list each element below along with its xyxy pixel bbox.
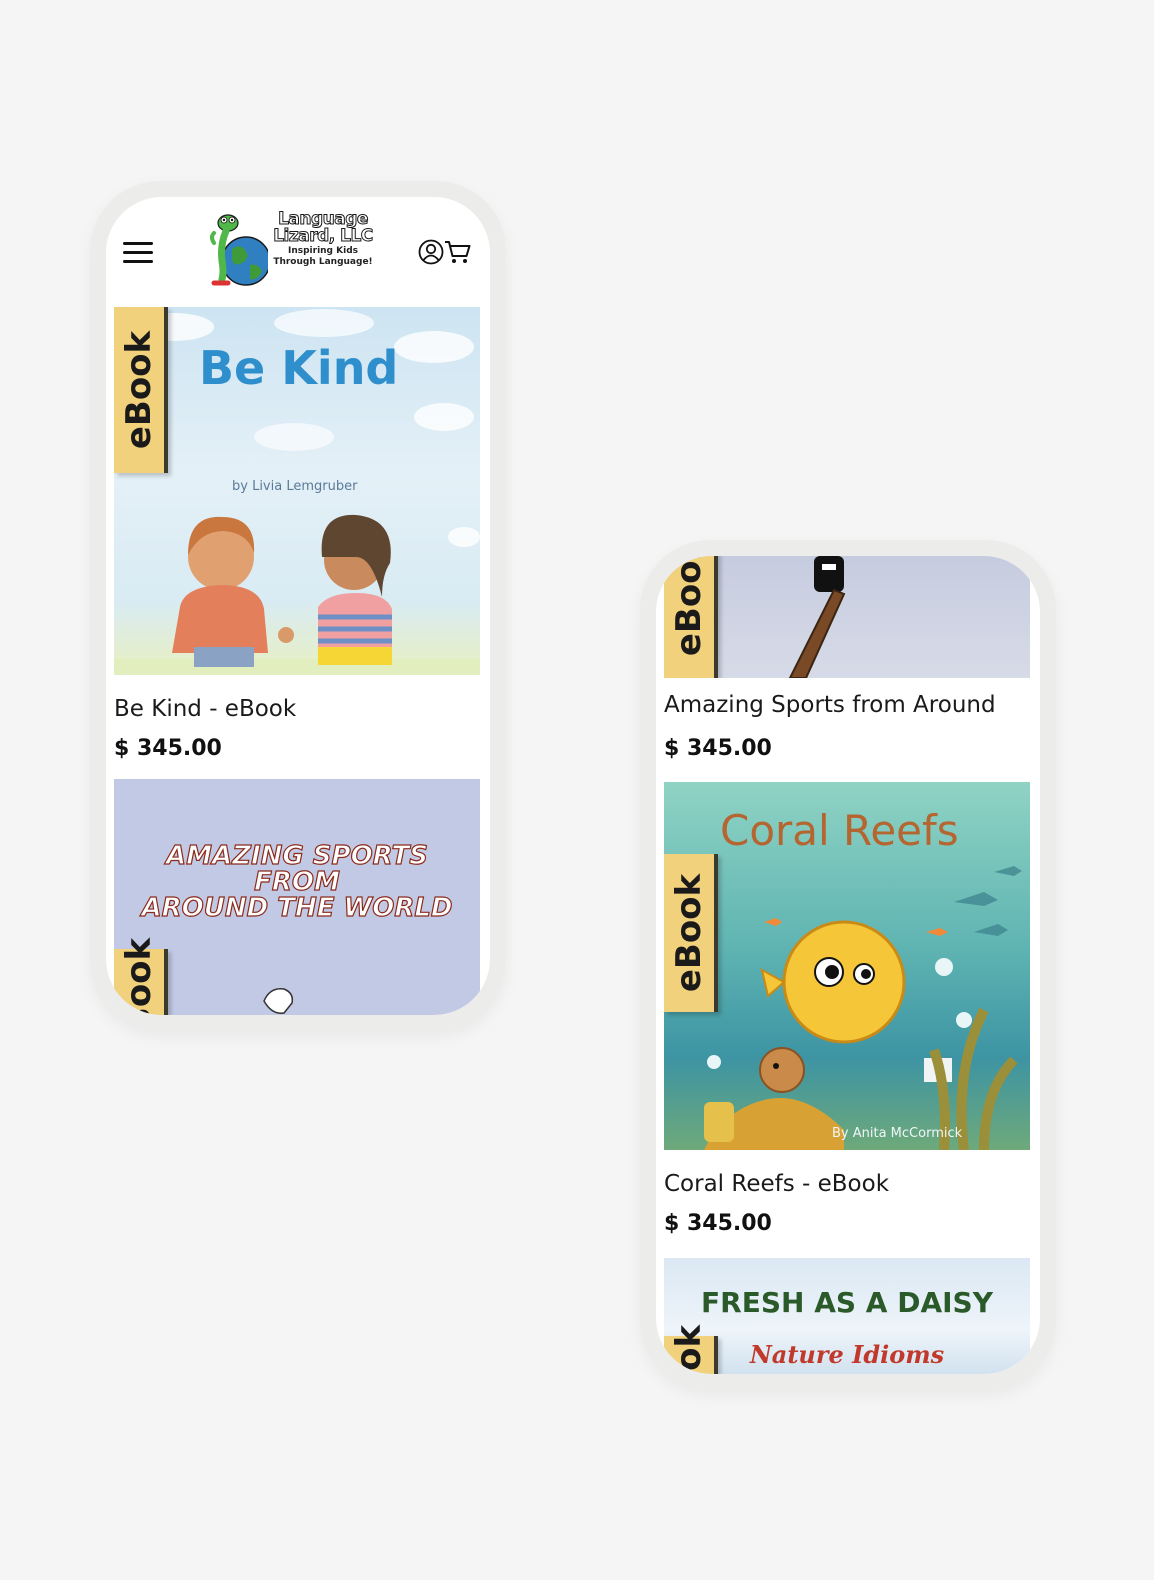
ebook-badge-label: eBook	[669, 1325, 709, 1374]
cover-author: By Anita McCormick	[832, 1126, 963, 1141]
hamburger-menu-icon[interactable]	[123, 242, 153, 266]
product-card-fresh-as-a-daisy[interactable]: FRESH AS A DAISY Nature Idioms eBook	[664, 1258, 1030, 1374]
product-cover-image[interactable]: eBook	[664, 556, 1030, 678]
logo-text: Language Lizard, LLC Inspiring Kids Thro…	[260, 210, 386, 267]
logo-line-2: Lizard, LLC	[273, 226, 374, 246]
ebook-badge: eBook	[664, 556, 718, 678]
cover-author: by Livia Lemgruber	[232, 479, 358, 494]
site-header: Language Lizard, LLC Inspiring Kids Thro…	[106, 197, 490, 307]
product-card-coral-reefs[interactable]: Coral Reefs By Anita McCormick eBook Cor…	[664, 782, 1030, 1252]
site-logo[interactable]: Language Lizard, LLC Inspiring Kids Thro…	[208, 209, 386, 291]
shopping-cart-icon[interactable]	[444, 239, 472, 265]
product-title[interactable]: Amazing Sports from Around	[664, 692, 996, 718]
product-price: $ 345.00	[664, 736, 772, 761]
cover-illustration	[263, 988, 294, 1014]
product-cover-image[interactable]: Be Kind by Livia Lemgruber eBook	[114, 307, 480, 675]
ebook-badge: eBook	[114, 307, 168, 473]
product-title[interactable]: Coral Reefs - eBook	[664, 1171, 889, 1197]
product-price: $ 345.00	[114, 736, 222, 761]
product-price: $ 345.00	[664, 1211, 772, 1236]
product-title[interactable]: Be Kind - eBook	[114, 696, 296, 722]
ebook-badge: eBook	[114, 938, 168, 1015]
cover-title: Be Kind	[199, 341, 399, 395]
product-card-be-kind[interactable]: Be Kind by Livia Lemgruber eBook Be Kind…	[114, 307, 480, 777]
product-cover-image[interactable]: FRESH AS A DAISY Nature Idioms eBook	[664, 1258, 1030, 1374]
ebook-badge: eBook	[664, 854, 718, 1012]
cover-title: FRESH AS A DAISY	[701, 1286, 993, 1319]
logo-tagline-1: Inspiring Kids	[287, 246, 358, 256]
product-cover-image[interactable]: Coral Reefs By Anita McCormick eBook	[664, 782, 1030, 1150]
phone-mockup-left: Language Lizard, LLC Inspiring Kids Thro…	[90, 181, 506, 1031]
logo-tagline-2: Through Language!	[273, 257, 373, 267]
ebook-badge: eBook	[664, 1325, 718, 1374]
cover-title: Coral Reefs	[720, 806, 959, 855]
ebook-badge-label: eBook	[119, 330, 159, 450]
phone-screen: eBook Amazing Sports from Around $ 345.0…	[656, 556, 1040, 1374]
product-card-amazing-sports[interactable]: AMAZING SPORTS FROM AROUND THE WORLD eBo…	[114, 779, 480, 1015]
cover-subtitle: Nature Idioms	[749, 1340, 945, 1369]
ebook-badge-label: eBook	[119, 937, 159, 1015]
user-account-icon[interactable]	[418, 239, 444, 265]
lizard-globe-icon	[210, 214, 268, 286]
product-card-amazing-sports[interactable]: eBook Amazing Sports from Around $ 345.0…	[664, 556, 1030, 786]
ebook-badge-label: eBook	[669, 556, 709, 657]
cover-illustration	[788, 556, 846, 678]
phone-mockup-right: eBook Amazing Sports from Around $ 345.0…	[640, 540, 1056, 1390]
phone-screen: Language Lizard, LLC Inspiring Kids Thro…	[106, 197, 490, 1015]
product-cover-image[interactable]: AMAZING SPORTS FROM AROUND THE WORLD eBo…	[114, 779, 480, 1015]
ebook-badge-label: eBook	[669, 873, 709, 993]
